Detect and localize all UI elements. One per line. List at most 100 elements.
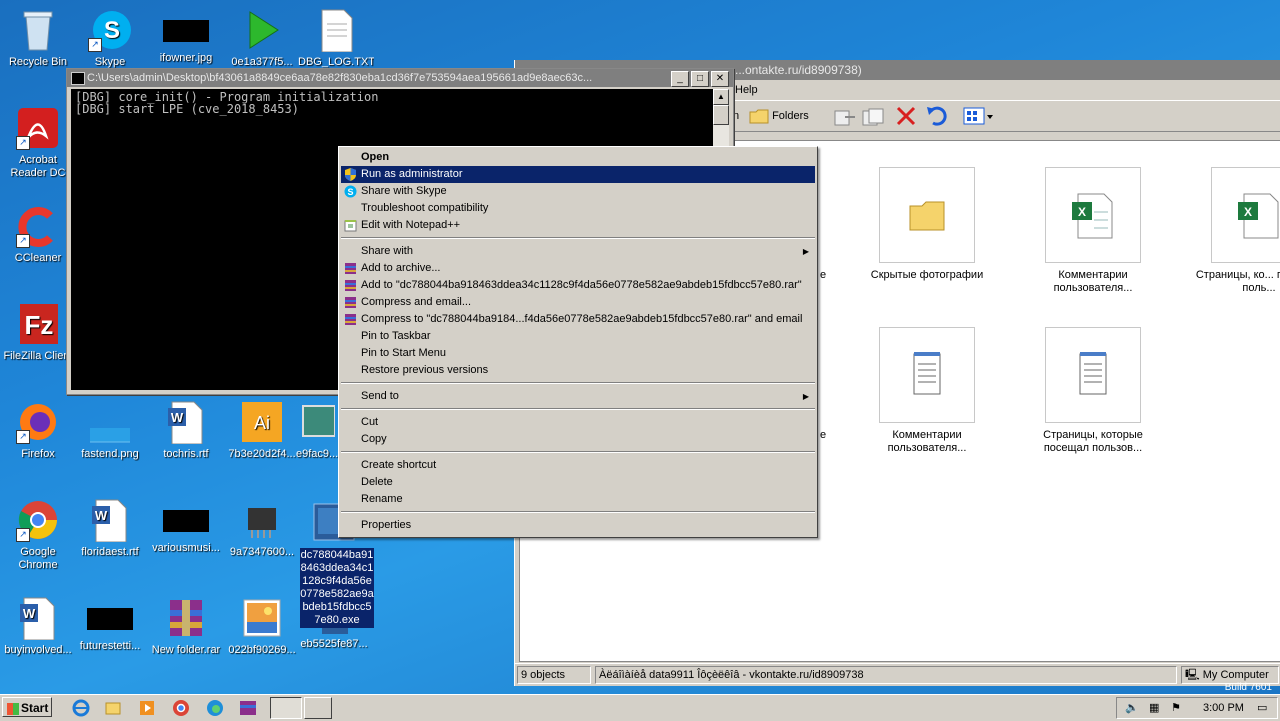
desktop-icon-buyinvolved[interactable]: W buyinvolved... xyxy=(0,596,76,657)
menu-item-create-shortcut[interactable]: Create shortcut xyxy=(341,457,815,474)
desktop-icon-ccleaner[interactable]: ↗ CCleaner xyxy=(0,204,76,265)
flag-icon[interactable]: ⚑ xyxy=(1171,698,1181,718)
desktop-icon-floridaest[interactable]: W floridaest.rtf xyxy=(72,498,148,559)
desktop-icon-9a7347600[interactable]: 9a7347600... xyxy=(224,498,300,559)
file-item[interactable]: Комментарии пользователя... xyxy=(862,327,992,455)
desktop-icon-label: 022bf90269... xyxy=(228,644,296,656)
word-document-icon: W xyxy=(16,596,60,641)
menu-item-add-to-rar[interactable]: Add to "dc788044ba918463ddea34c1128c9f4d… xyxy=(341,277,815,294)
menu-item-run-as-administrator[interactable]: Run as administrator xyxy=(341,166,815,183)
menu-separator xyxy=(341,511,815,513)
menu-help[interactable]: Help xyxy=(735,84,758,96)
desktop-icon-label: ifowner.jpg xyxy=(159,52,213,64)
network-icon[interactable]: ▦ xyxy=(1149,698,1159,718)
build-label: Build 7601 xyxy=(1224,682,1272,693)
move-to-icon[interactable] xyxy=(833,107,857,129)
views-icon xyxy=(963,107,993,125)
desktop-icon-label: New folder.rar xyxy=(151,644,221,656)
image-thumbnail-icon xyxy=(163,510,209,532)
menu-item-open[interactable]: Open xyxy=(341,149,815,166)
file-item[interactable]: X Комментарии пользователя... xyxy=(1028,167,1158,295)
submenu-arrow-icon: ▶ xyxy=(802,247,809,256)
desktop-icon-label: Firefox xyxy=(21,448,55,460)
file-item[interactable]: Страницы, которые посещал пользов... xyxy=(1028,327,1158,455)
menu-item-rename[interactable]: Rename xyxy=(341,491,815,508)
folder-icon xyxy=(749,109,769,124)
menu-item-share-with[interactable]: Share with ▶ xyxy=(341,243,815,260)
show-desktop-icon[interactable]: ▭ xyxy=(1257,698,1267,718)
svg-text:W: W xyxy=(95,508,108,523)
computer-icon: 🖳 xyxy=(1185,669,1200,681)
menu-item-properties[interactable]: Properties xyxy=(341,517,815,534)
file-item[interactable]: Скрытые фотографии xyxy=(862,167,992,282)
copy-to-icon[interactable] xyxy=(861,107,885,129)
taskbar-console-button[interactable] xyxy=(304,697,332,719)
desktop-icon-dbg-log[interactable]: DBG_LOG.TXT xyxy=(298,8,374,69)
folders-button[interactable]: Folders xyxy=(749,105,809,127)
scroll-up-icon[interactable]: ▲ xyxy=(713,89,729,105)
console-titlebar[interactable]: C:\Users\admin\Desktop\bf43061a8849ce6aa… xyxy=(67,69,733,87)
menu-item-share-with-skype[interactable]: S Share with Skype xyxy=(341,183,815,200)
desktop-icon-chrome[interactable]: ↗ Google Chrome xyxy=(0,498,76,572)
desktop-icon-firefox[interactable]: ↗ Firefox xyxy=(0,400,76,461)
taskbar-explorer-button[interactable] xyxy=(270,697,302,719)
chrome-icon[interactable] xyxy=(172,699,190,717)
menu-item-compress-to-rar-and-email[interactable]: Compress to "dc788044ba9184...f4da56e077… xyxy=(341,311,815,328)
desktop-icon-7b3e20d2f4[interactable]: Ai 7b3e20d2f4... xyxy=(224,400,300,461)
svg-text:W: W xyxy=(23,606,36,621)
desktop-icon-acrobat[interactable]: ↗ Acrobat Reader DC xyxy=(0,106,76,180)
volume-icon[interactable]: 🔈 xyxy=(1125,698,1139,718)
file-item[interactable]: X Страницы, ко... посещал поль... xyxy=(1194,167,1280,295)
menu-item-troubleshoot-compatibility[interactable]: Troubleshoot compatibility xyxy=(341,200,815,217)
undo-icon[interactable] xyxy=(925,105,949,127)
maximize-button[interactable]: □ xyxy=(691,71,709,87)
desktop-icon-ifowner[interactable]: ifowner.jpg xyxy=(148,8,224,65)
chip-icon xyxy=(240,498,284,542)
desktop-icon-tochris[interactable]: W tochris.rtf xyxy=(148,400,224,461)
file-explorer-icon[interactable] xyxy=(104,699,122,717)
image-file-icon xyxy=(299,400,336,444)
delete-icon[interactable] xyxy=(895,105,917,127)
menu-item-edit-with-notepadpp[interactable]: Edit with Notepad++ xyxy=(341,217,815,234)
desktop-icon-022bf90269[interactable]: 022bf90269... xyxy=(224,596,300,657)
menu-item-pin-to-taskbar[interactable]: Pin to Taskbar xyxy=(341,328,815,345)
edge-icon[interactable] xyxy=(206,699,224,717)
desktop-icon-e9fac9[interactable]: e9fac9... xyxy=(296,400,338,461)
shortcut-arrow-icon: ↗ xyxy=(16,234,30,248)
desktop-icon-recycle-bin[interactable]: Recycle Bin xyxy=(0,8,76,69)
views-button[interactable] xyxy=(963,107,993,129)
desktop-icon-new-folder-rar[interactable]: New folder.rar xyxy=(148,596,224,657)
desktop-icon-0e1a377f5[interactable]: 0e1a377f5... xyxy=(224,8,300,69)
winrar-icon xyxy=(345,263,356,274)
console-system-icon[interactable] xyxy=(71,72,85,85)
menu-item-delete[interactable]: Delete xyxy=(341,474,815,491)
desktop-icon-skype[interactable]: S ↗ Skype xyxy=(72,8,148,69)
desktop-icon-futurestetti[interactable]: futurestetti... xyxy=(72,596,148,653)
svg-text:Ai: Ai xyxy=(254,413,270,433)
menu-item-pin-to-start-menu[interactable]: Pin to Start Menu xyxy=(341,345,815,362)
close-button[interactable]: ✕ xyxy=(711,71,729,87)
minimize-button[interactable]: _ xyxy=(671,71,689,87)
media-player-icon[interactable] xyxy=(138,699,156,717)
internet-explorer-icon[interactable] xyxy=(72,699,90,717)
skype-icon: S ↗ xyxy=(88,8,132,52)
desktop-icon-filezilla[interactable]: Fz FileZilla Client xyxy=(0,302,76,363)
desktop-icon-fastend[interactable]: fastend.png xyxy=(72,400,148,461)
menu-item-copy[interactable]: Copy xyxy=(341,431,815,448)
scroll-thumb[interactable] xyxy=(713,105,729,125)
desktop-icon-variousmusi[interactable]: variousmusi... xyxy=(148,498,224,555)
menu-item-send-to[interactable]: Send to ▶ xyxy=(341,388,815,405)
winrar-taskbar-icon[interactable] xyxy=(238,699,256,717)
menu-separator xyxy=(341,408,815,410)
desktop-icon-label: variousmusi... xyxy=(152,542,220,554)
menu-item-cut[interactable]: Cut xyxy=(341,414,815,431)
svg-text:S: S xyxy=(104,17,120,44)
menu-item-add-to-archive[interactable]: Add to archive... xyxy=(341,260,815,277)
start-button[interactable]: Start xyxy=(2,697,52,717)
menu-item-compress-and-email[interactable]: Compress and email... xyxy=(341,294,815,311)
winrar-icon xyxy=(345,280,356,291)
menu-item-restore-previous-versions[interactable]: Restore previous versions xyxy=(341,362,815,379)
desktop-icon-label: buyinvolved... xyxy=(4,644,72,656)
clock[interactable]: 3:00 PM xyxy=(1203,698,1244,718)
selected-file-label[interactable]: dc788044ba918463ddea34c1128c9f4da56e0778… xyxy=(300,548,374,628)
